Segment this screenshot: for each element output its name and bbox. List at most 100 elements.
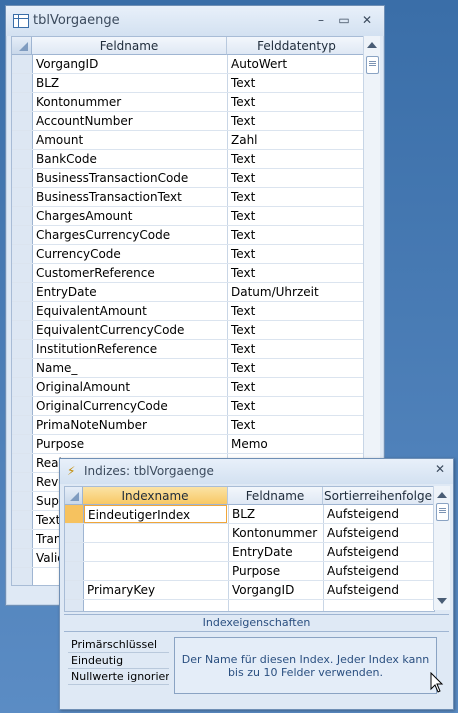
field-row[interactable]: EquivalentAmount Text (12, 302, 367, 321)
row-selector[interactable] (65, 505, 84, 523)
index-row[interactable]: Kontonummer Aufsteigend (65, 524, 434, 543)
index-vertical-scrollbar[interactable] (433, 486, 450, 610)
field-row[interactable]: CurrencyCode Text (12, 245, 367, 264)
field-row[interactable]: CustomerReference Text (12, 264, 367, 283)
field-name-cell[interactable]: InstitutionReference (36, 342, 226, 356)
field-type-cell[interactable]: Text (227, 112, 367, 130)
field-name-cell[interactable]: CurrencyCode (36, 247, 226, 261)
field-row[interactable]: OriginalAmount Text (12, 378, 367, 397)
row-selector[interactable] (12, 568, 33, 585)
field-name-cell[interactable]: Kontonummer (36, 95, 226, 109)
index-row[interactable]: PrimaryKey VorgangID Aufsteigend (65, 581, 434, 600)
row-selector[interactable] (12, 492, 33, 510)
row-selector[interactable] (65, 581, 84, 599)
maximize-button[interactable]: ▭ (333, 10, 355, 30)
field-type-cell[interactable]: Text (227, 264, 367, 282)
row-selector[interactable] (12, 150, 33, 168)
index-name-cell[interactable] (84, 562, 227, 580)
field-name-cell[interactable]: BusinessTransactionText (36, 190, 226, 204)
field-name-cell[interactable]: EquivalentAmount (36, 304, 226, 318)
row-selector[interactable] (12, 131, 33, 149)
sort-order-cell[interactable]: Aufsteigend (323, 505, 433, 523)
field-type-cell[interactable]: Text (227, 93, 367, 111)
field-name-cell[interactable]: BLZ (36, 76, 226, 90)
sort-order-cell[interactable]: Aufsteigend (323, 543, 433, 561)
index-name-cell[interactable]: EindeutigerIndex (84, 505, 227, 523)
row-selector[interactable] (12, 188, 33, 206)
field-row[interactable]: Kontonummer Text (12, 93, 367, 112)
field-type-cell[interactable]: Text (227, 169, 367, 187)
field-type-cell[interactable]: Text (227, 245, 367, 263)
field-name-cell[interactable]: Purpose (36, 437, 226, 451)
column-header-feldname[interactable]: Feldname (32, 37, 227, 55)
index-name-cell[interactable] (84, 600, 227, 611)
field-type-cell[interactable]: Text (227, 207, 367, 225)
select-all-button[interactable] (12, 37, 32, 55)
field-name-cell[interactable]: EquivalentCurrencyCode (36, 323, 226, 337)
column-header-indexname[interactable]: Indexname (83, 487, 228, 505)
field-type-cell[interactable]: Memo (227, 435, 367, 453)
field-row[interactable]: VorgangID AutoWert (12, 55, 367, 74)
index-name-cell[interactable]: PrimaryKey (84, 581, 227, 599)
dialog-close-button[interactable]: ✕ (435, 462, 445, 476)
row-selector[interactable] (12, 169, 33, 187)
field-row[interactable]: AccountNumber Text (12, 112, 367, 131)
sort-order-cell[interactable]: Aufsteigend (323, 524, 433, 542)
close-button[interactable]: ✕ (356, 10, 378, 30)
field-type-cell[interactable]: Text (227, 150, 367, 168)
field-type-cell[interactable]: Text (227, 302, 367, 320)
field-name-cell[interactable]: VorgangID (36, 57, 226, 71)
field-name-cell[interactable]: OriginalAmount (36, 380, 226, 394)
field-name-cell[interactable]: BusinessTransactionCode (36, 171, 226, 185)
field-name-cell[interactable]: BankCode (36, 152, 226, 166)
field-name-cell[interactable]: Amount (36, 133, 226, 147)
row-selector[interactable] (65, 543, 84, 561)
field-name-cell[interactable]: ChargesCurrencyCode (36, 228, 226, 242)
row-selector[interactable] (12, 454, 33, 472)
field-row[interactable]: BLZ Text (12, 74, 367, 93)
field-row[interactable]: BusinessTransactionCode Text (12, 169, 367, 188)
column-header-feldname[interactable]: Feldname (228, 487, 323, 505)
scroll-thumb[interactable] (436, 503, 449, 521)
field-type-cell[interactable]: AutoWert (227, 55, 367, 73)
column-header-sortierreihenfolge[interactable]: Sortierreihenfolge (323, 487, 434, 505)
field-name-cell[interactable]: CustomerReference (36, 266, 226, 280)
dialog-title-bar[interactable]: ⚡ Indizes: tblVorgaenge ✕ (60, 459, 453, 484)
index-row[interactable]: EntryDate Aufsteigend (65, 543, 434, 562)
row-selector[interactable] (12, 435, 33, 453)
field-name-cell[interactable]: Name_ (36, 361, 226, 375)
field-row[interactable]: ChargesCurrencyCode Text (12, 226, 367, 245)
row-selector[interactable] (12, 245, 33, 263)
field-type-cell[interactable]: Text (227, 188, 367, 206)
field-row[interactable]: InstitutionReference Text (12, 340, 367, 359)
field-name-cell[interactable]: ChargesAmount (36, 209, 226, 223)
row-selector[interactable] (12, 359, 33, 377)
minimize-button[interactable]: – (310, 10, 332, 30)
index-field-cell[interactable] (228, 600, 323, 611)
field-row[interactable]: BankCode Text (12, 150, 367, 169)
title-bar[interactable]: tblVorgaenge – ▭ ✕ (6, 6, 384, 36)
field-type-cell[interactable]: Text (227, 378, 367, 396)
field-type-cell[interactable]: Text (227, 340, 367, 358)
row-selector[interactable] (12, 378, 33, 396)
scroll-up-arrow-icon[interactable] (367, 42, 377, 48)
field-row[interactable]: EquivalentCurrencyCode Text (12, 321, 367, 340)
field-row[interactable]: Purpose Memo (12, 435, 367, 454)
field-type-cell[interactable]: Text (227, 359, 367, 377)
field-row[interactable]: BusinessTransactionText Text (12, 188, 367, 207)
field-type-cell[interactable]: Text (227, 321, 367, 339)
property-ignore-nulls[interactable]: Nullwerte ignorieren (68, 669, 169, 685)
property-unique[interactable]: Eindeutig (68, 653, 169, 669)
row-selector[interactable] (12, 74, 33, 92)
sort-order-cell[interactable] (323, 600, 433, 611)
row-selector[interactable] (12, 397, 33, 415)
row-selector[interactable] (12, 530, 33, 548)
sort-order-cell[interactable]: Aufsteigend (323, 562, 433, 580)
row-selector[interactable] (12, 416, 33, 434)
row-selector[interactable] (65, 600, 84, 611)
field-row[interactable]: Amount Zahl (12, 131, 367, 150)
field-type-cell[interactable]: Text (227, 74, 367, 92)
row-selector[interactable] (12, 264, 33, 282)
index-name-cell[interactable] (84, 543, 227, 561)
column-header-felddatentyp[interactable]: Felddatentyp (227, 37, 367, 55)
